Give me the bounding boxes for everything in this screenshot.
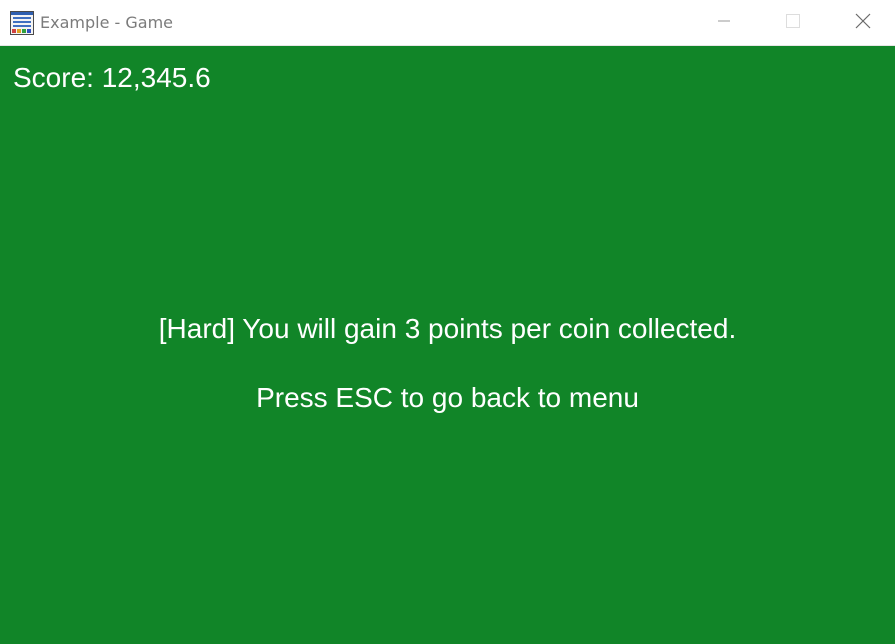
- minimize-icon: [717, 14, 731, 33]
- close-icon: [855, 13, 871, 34]
- minimize-button[interactable]: [701, 0, 747, 46]
- maximize-icon: [786, 13, 800, 33]
- game-window: Example - Game Score: 12,345.6 [Hard] Yo…: [0, 0, 895, 644]
- window-title: Example - Game: [40, 13, 173, 32]
- game-canvas[interactable]: Score: 12,345.6 [Hard] You will gain 3 p…: [0, 46, 895, 644]
- escape-hint: Press ESC to go back to menu: [256, 382, 639, 413]
- maximize-button[interactable]: [770, 0, 816, 46]
- score-display: Score: 12,345.6: [13, 62, 211, 93]
- close-button[interactable]: [840, 0, 886, 46]
- difficulty-message: [Hard] You will gain 3 points per coin c…: [158, 313, 737, 344]
- app-window-icon: [10, 11, 34, 35]
- title-bar[interactable]: Example - Game: [0, 0, 895, 46]
